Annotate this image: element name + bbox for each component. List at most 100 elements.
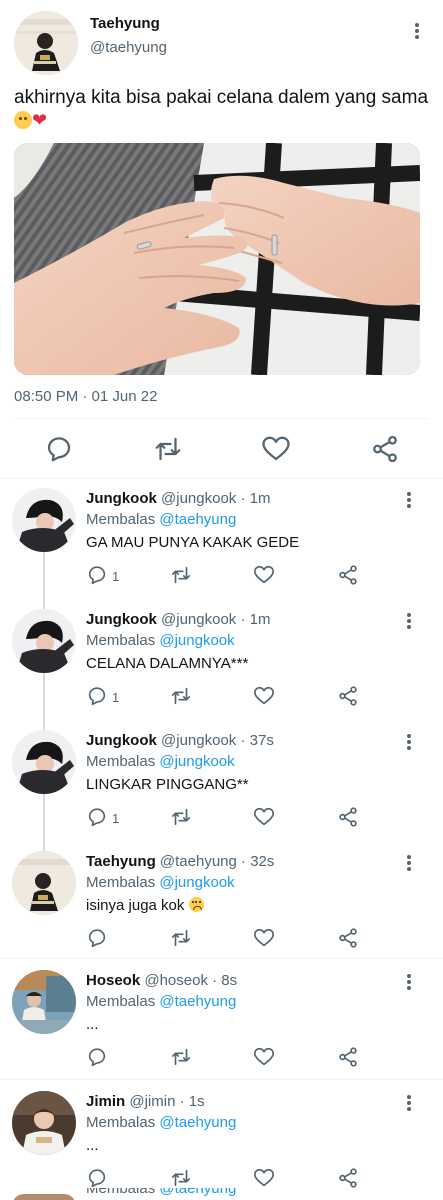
retweet-icon[interactable]: [170, 685, 192, 707]
more-options-icon[interactable]: [403, 855, 415, 873]
more-options-icon[interactable]: [403, 974, 415, 992]
tweet-timestamp[interactable]: 08:50 PM · 01 Jun 22: [14, 388, 157, 405]
retweet-icon[interactable]: [153, 434, 183, 464]
like-icon[interactable]: [261, 434, 291, 464]
retweet-icon[interactable]: [170, 927, 192, 949]
retweet-icon[interactable]: [170, 806, 192, 828]
author-handle[interactable]: @jungkook: [161, 490, 236, 507]
reply-tweet[interactable]: Jimin @jimin · 1s Membalas @taehyung ...: [0, 1085, 443, 1195]
avatar-image: [12, 488, 76, 552]
pleading-face-emoji-icon: [14, 111, 32, 129]
replying-mention-link[interactable]: @jungkook: [159, 874, 234, 891]
divider: [0, 1079, 443, 1080]
avatar[interactable]: [12, 1091, 76, 1155]
reply-tweet[interactable]: Hoseok @hoseok · 8s Membalas @taehyung .…: [0, 964, 443, 1078]
reply-time: · 1m: [240, 490, 271, 507]
frowning-face-emoji-icon: [188, 897, 204, 912]
share-icon[interactable]: [337, 1046, 359, 1068]
reply-text-block: isinya juga kok: [86, 897, 204, 914]
reply-icon[interactable]: [44, 434, 74, 464]
share-icon[interactable]: [337, 685, 359, 707]
replying-mention-link[interactable]: @jungkook: [159, 632, 234, 649]
author-handle[interactable]: @jungkook: [161, 611, 236, 628]
retweet-icon[interactable]: [170, 564, 192, 586]
share-icon[interactable]: [370, 434, 400, 464]
reply-icon[interactable]: [86, 685, 108, 707]
replying-mention-link[interactable]: @taehyung: [159, 1114, 236, 1131]
avatar[interactable]: [12, 1194, 76, 1200]
reply-action[interactable]: 1: [86, 685, 119, 707]
more-options-icon[interactable]: [411, 23, 423, 41]
more-options-icon[interactable]: [403, 613, 415, 631]
share-icon[interactable]: [337, 927, 359, 949]
replying-mention-link[interactable]: @taehyung: [159, 1188, 236, 1197]
reply-actions: 1: [86, 806, 386, 830]
author-name[interactable]: Jungkook: [86, 732, 157, 749]
reply-tweet[interactable]: Jungkook @jungkook · 1m Membalas @taehyu…: [0, 482, 443, 600]
author-name[interactable]: Hoseok: [86, 972, 140, 989]
retweet-icon[interactable]: [170, 1046, 192, 1068]
author-handle[interactable]: @jungkook: [161, 732, 236, 749]
replying-to: Membalas @taehyung: [86, 1114, 236, 1131]
more-options-icon[interactable]: [403, 492, 415, 510]
author-handle[interactable]: @taehyung: [90, 39, 167, 56]
like-icon[interactable]: [253, 564, 275, 586]
author-name[interactable]: Jungkook: [86, 490, 157, 507]
avatar-image: [12, 730, 76, 794]
reply-icon[interactable]: [86, 806, 108, 828]
tweet-photo[interactable]: [14, 143, 420, 375]
reply-time: · 8s: [212, 972, 238, 989]
reply-icon[interactable]: [86, 1167, 108, 1189]
reply-tweet[interactable]: Taehyung @taehyung · 32s Membalas @jungk…: [0, 845, 443, 957]
tweet-text: akhirnya kita bisa pakai celana dalem ya…: [14, 87, 429, 108]
author-handle[interactable]: @hoseok: [144, 972, 208, 989]
avatar[interactable]: [12, 488, 76, 552]
share-icon[interactable]: [337, 564, 359, 586]
reply-icon[interactable]: [86, 1046, 108, 1068]
author-name[interactable]: Jimin: [86, 1093, 125, 1110]
reply-text: isinya juga kok: [86, 897, 185, 914]
avatar-image: [12, 609, 76, 673]
reply-icon[interactable]: [86, 564, 108, 586]
like-icon[interactable]: [253, 927, 275, 949]
divider: [14, 418, 428, 419]
author-name[interactable]: Jungkook: [86, 611, 157, 628]
author-handle[interactable]: @taehyung: [160, 853, 237, 870]
reply-count: 1: [112, 690, 120, 705]
like-icon[interactable]: [253, 1167, 275, 1189]
share-icon[interactable]: [337, 806, 359, 828]
replying-label: Membalas: [86, 1114, 156, 1131]
reply-action[interactable]: 1: [86, 564, 119, 586]
reply-tweet-partial[interactable]: Membalas @taehyung: [0, 1188, 443, 1200]
reply-header: Jungkook @jungkook · 1m: [86, 490, 270, 507]
like-icon[interactable]: [253, 685, 275, 707]
reply-text: LINGKAR PINGGANG**: [86, 776, 249, 793]
reply-tweet[interactable]: Jungkook @jungkook · 1m Membalas @jungko…: [0, 603, 443, 721]
replying-mention-link[interactable]: @taehyung: [159, 511, 236, 528]
like-icon[interactable]: [253, 1046, 275, 1068]
avatar[interactable]: [12, 851, 76, 915]
author-name[interactable]: Taehyung: [86, 853, 156, 870]
avatar[interactable]: [12, 730, 76, 794]
more-options-icon[interactable]: [403, 734, 415, 752]
like-icon[interactable]: [253, 806, 275, 828]
avatar[interactable]: [14, 11, 78, 75]
replying-to: Membalas @taehyung: [86, 1188, 236, 1197]
reply-count: 1: [112, 569, 120, 584]
replying-label: Membalas: [86, 632, 156, 649]
replying-mention-link[interactable]: @jungkook: [159, 753, 234, 770]
retweet-icon[interactable]: [170, 1167, 192, 1189]
avatar[interactable]: [12, 609, 76, 673]
avatar[interactable]: [12, 970, 76, 1034]
avatar-image: [12, 851, 76, 915]
author-name[interactable]: Taehyung: [90, 15, 160, 32]
tweet-actions: [0, 430, 443, 466]
reply-action[interactable]: 1: [86, 806, 119, 828]
reply-icon[interactable]: [86, 927, 108, 949]
reply-tweet[interactable]: Jungkook @jungkook · 37s Membalas @jungk…: [0, 724, 443, 842]
share-icon[interactable]: [337, 1167, 359, 1189]
more-options-icon[interactable]: [403, 1095, 415, 1113]
replying-mention-link[interactable]: @taehyung: [159, 993, 236, 1010]
tweet-text-block: akhirnya kita bisa pakai celana dalem ya…: [14, 86, 434, 132]
author-handle[interactable]: @jimin: [129, 1093, 175, 1110]
